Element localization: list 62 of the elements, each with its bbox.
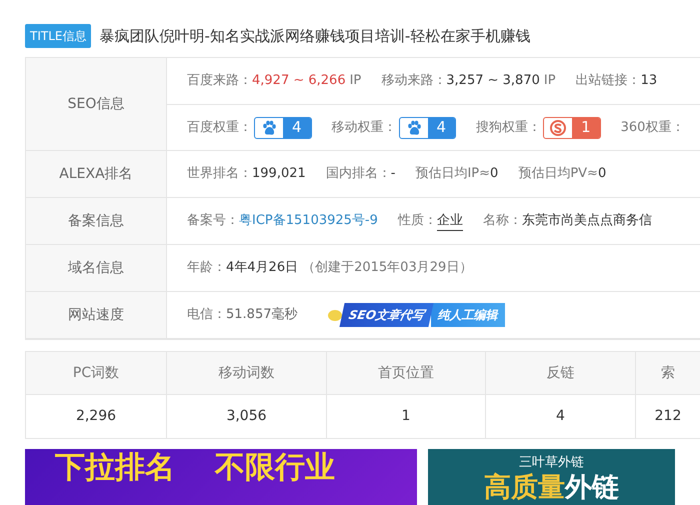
table-cell: 1 [327, 395, 486, 438]
unit-label: IP [544, 72, 556, 90]
weight-badge: 1 [543, 116, 601, 138]
row-label: 网站速度 [26, 292, 167, 338]
field-label: 出站链接： [576, 72, 641, 90]
field-label: 360权重： [620, 118, 684, 137]
banner-brand: 三叶草外链 [519, 454, 584, 472]
sogou-s-icon [550, 120, 566, 136]
field-value: 4,927 ~ 6,266 [252, 72, 346, 90]
field-value: 3,257 ~ 3,870 [446, 72, 540, 90]
field-label: 国内排名： [326, 165, 391, 184]
field-label: 电信： [187, 306, 226, 324]
promo-banner: 纯人工编辑 [430, 303, 505, 327]
field-label: 年龄： [187, 259, 226, 278]
field-value: 51.857毫秒 [226, 306, 298, 324]
column-header: 移动词数 [167, 352, 327, 395]
row-label: 备案信息 [26, 198, 167, 244]
banner-headline: 不限行业 [215, 451, 335, 487]
banner-headline: 高质量 [484, 472, 565, 502]
table-cell: 2,296 [26, 395, 167, 438]
column-header: 索 [636, 352, 700, 395]
field-label: 百度权重： [187, 118, 252, 137]
table-cell: 212 [636, 395, 700, 438]
site-title: 暴疯团队倪叶明-知名实战派网络赚钱项目培训-轻松在家手机赚钱 [99, 26, 530, 47]
column-header: 首页位置 [327, 352, 486, 395]
weight-badge: 4 [254, 116, 312, 138]
dot-icon [328, 310, 342, 320]
field-value: 企业 [436, 210, 463, 232]
unit-label: IP [350, 72, 362, 90]
icp-link[interactable]: 粤ICP备15103925号-9 [239, 211, 378, 231]
field-value: 4年4月26日 [226, 259, 298, 278]
banner-headline: 下拉排名 [55, 451, 175, 487]
field-value: 0 [490, 165, 498, 184]
column-header: 反链 [486, 352, 636, 395]
weight-badge: 4 [398, 116, 456, 138]
row-label: SEO信息 [26, 58, 167, 150]
table-cell: 3,056 [167, 395, 327, 438]
row-label: 域名信息 [26, 245, 167, 291]
field-label: 百度来路： [187, 72, 252, 90]
row-label: ALEXA排名 [26, 151, 167, 197]
field-label: 性质： [398, 212, 437, 230]
field-label: 移动来路： [381, 72, 446, 90]
field-value: 199,021 [252, 165, 306, 184]
field-label: 备案号： [187, 212, 239, 230]
field-label: 预估日均PV≈ [518, 165, 598, 184]
paw-icon [261, 120, 277, 136]
field-value: 0 [598, 165, 606, 184]
banner-headline: 外链 [565, 472, 619, 502]
table-cell: 4 [486, 395, 636, 438]
title-badge: TITLE信息 [25, 24, 92, 48]
paw-icon [406, 120, 422, 136]
promo-banner: SEO文章代写 [338, 303, 434, 327]
field-value: 13 [640, 72, 658, 90]
field-label: 名称： [482, 212, 522, 230]
field-label: 预估日均IP≈ [415, 165, 490, 184]
field-label: 世界排名： [187, 165, 252, 184]
field-label: 移动权重： [332, 118, 397, 137]
date-note: （创建于2015年03月29日） [302, 259, 472, 278]
column-header: PC词数 [26, 352, 167, 395]
field-value: - [390, 165, 396, 184]
field-label: 搜狗权重： [476, 118, 542, 137]
field-value: 东莞市尚美点点商务信 [522, 212, 652, 230]
